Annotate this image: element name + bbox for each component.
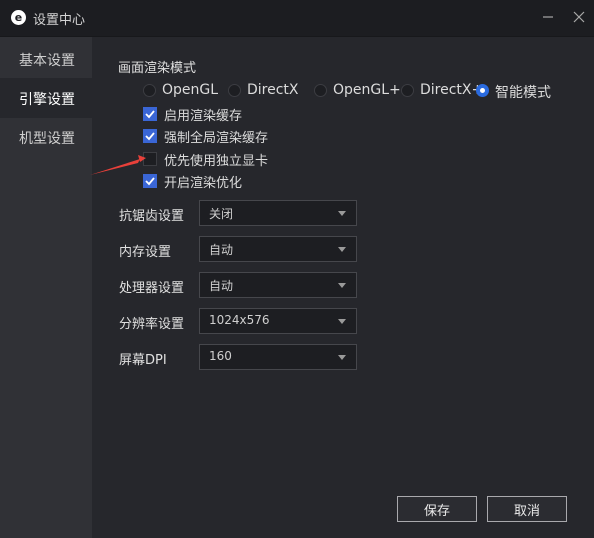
antialias-select[interactable]: 关闭 [199,200,357,226]
title-bar: e 设置中心 [0,0,594,37]
sidebar-item-device[interactable]: 机型设置 [0,117,92,157]
resolution-label: 分辨率设置 [119,317,185,332]
select-value: 关闭 [209,207,234,221]
app-logo-letter: e [14,11,23,24]
memory-label: 内存设置 [119,245,172,260]
select-value: 160 [209,349,232,363]
radio-circle-icon [228,84,241,97]
caret-down-icon [338,283,346,288]
caret-down-icon [338,247,346,252]
close-button[interactable] [570,8,588,26]
radio-circle-icon [143,84,156,97]
radio-circle-icon [314,84,327,97]
render-mode-title: 画面渲染模式 [118,61,197,76]
caret-down-icon [338,211,346,216]
close-icon [573,11,585,23]
antialias-label: 抗锯齿设置 [119,209,185,224]
radio-label: DirectX+ [420,82,484,98]
sidebar-item-label: 引擎设置 [19,92,75,108]
save-button[interactable]: 保存 [397,496,477,522]
caret-down-icon [338,355,346,360]
checkmark-icon [143,129,157,143]
radio-circle-icon [401,84,414,97]
cancel-button[interactable]: 取消 [487,496,567,522]
dpi-label: 屏幕DPI [119,353,167,368]
radio-selected-icon [476,84,489,97]
settings-sidebar: 基本设置 引擎设置 机型设置 [0,37,92,538]
window-title: 设置中心 [33,13,86,28]
cpu-label: 处理器设置 [119,281,185,296]
radio-label: OpenGL [162,82,219,98]
checkbox-label: 优先使用独立显卡 [164,154,269,169]
checkbox-label: 强制全局渲染缓存 [164,131,269,146]
radio-label: DirectX [247,82,299,98]
dpi-select[interactable]: 160 [199,344,357,370]
memory-select[interactable]: 自动 [199,236,357,262]
resolution-select[interactable]: 1024x576 [199,308,357,334]
sidebar-item-basic[interactable]: 基本设置 [0,39,92,79]
checkbox-label: 启用渲染缓存 [164,109,243,124]
sidebar-item-label: 基本设置 [19,53,75,69]
select-value: 自动 [209,243,234,257]
red-arrow-annotation-icon [90,155,146,175]
radio-label: 智能模式 [495,85,551,101]
sidebar-item-label: 机型设置 [19,131,75,147]
app-logo-icon: e [11,10,26,25]
caret-down-icon [338,319,346,324]
minimize-button[interactable] [539,8,557,26]
radio-label: OpenGL+ [333,82,401,98]
cpu-select[interactable]: 自动 [199,272,357,298]
checkmark-icon [143,107,157,121]
sidebar-item-engine[interactable]: 引擎设置 [0,78,92,118]
checkbox-label: 开启渲染优化 [164,176,243,191]
select-value: 自动 [209,279,234,293]
select-value: 1024x576 [209,313,270,327]
minimize-icon [543,16,553,18]
